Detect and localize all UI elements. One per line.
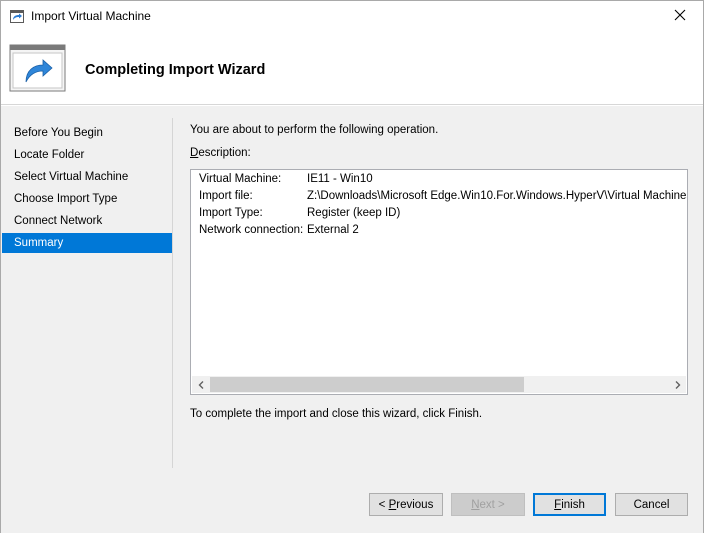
detail-value: Register (keep ID): [307, 207, 401, 219]
next-button-accesskey: N: [471, 498, 480, 511]
detail-key: Import file:: [199, 190, 253, 202]
description-box[interactable]: Virtual Machine: IE11 - Win10 Import fil…: [190, 169, 688, 395]
previous-button-label: revious: [396, 498, 434, 511]
nav-item-connect-network[interactable]: Connect Network: [2, 211, 172, 231]
detail-value: IE11 - Win10: [307, 173, 373, 185]
nav-item-select-virtual-machine[interactable]: Select Virtual Machine: [2, 167, 172, 187]
title-bar[interactable]: Import Virtual Machine: [1, 1, 703, 32]
close-button[interactable]: [657, 1, 703, 32]
wizard-step-nav: Before You Begin Locate Folder Select Vi…: [1, 118, 173, 468]
horizontal-scrollbar[interactable]: [192, 376, 686, 393]
finish-instruction: To complete the import and close this wi…: [190, 408, 483, 420]
import-arrow-icon: [10, 10, 24, 23]
description-label: Description:: [190, 147, 251, 159]
previous-button[interactable]: < Previous: [369, 493, 443, 516]
wizard-header: Completing Import Wizard: [1, 32, 703, 105]
import-wizard-icon: [9, 44, 66, 92]
scrollbar-thumb[interactable]: [210, 377, 524, 392]
next-button-label: ext >: [479, 498, 505, 511]
intro-text: You are about to perform the following o…: [190, 124, 439, 136]
finish-button[interactable]: Finish: [533, 493, 606, 516]
nav-item-locate-folder[interactable]: Locate Folder: [2, 145, 172, 165]
import-vm-window: Import Virtual Machine Completing Import…: [0, 0, 704, 533]
detail-key: Virtual Machine:: [199, 173, 282, 185]
description-label-text: escription:: [198, 147, 251, 159]
finish-button-accesskey: F: [554, 498, 562, 511]
scroll-left-icon[interactable]: [192, 376, 209, 393]
nav-item-summary[interactable]: Summary: [2, 233, 172, 253]
finish-button-label: inish: [561, 498, 585, 511]
nav-item-before-you-begin[interactable]: Before You Begin: [2, 123, 172, 143]
cancel-button[interactable]: Cancel: [615, 493, 688, 516]
scroll-right-icon[interactable]: [669, 376, 686, 393]
close-icon: [674, 9, 686, 24]
nav-item-choose-import-type[interactable]: Choose Import Type: [2, 189, 172, 209]
wizard-body: Before You Begin Locate Folder Select Vi…: [1, 106, 703, 533]
next-button[interactable]: Next >: [451, 493, 525, 516]
detail-key: Import Type:: [199, 207, 263, 219]
previous-button-prefix: <: [378, 498, 389, 511]
detail-key: Network connection:: [199, 224, 304, 236]
wizard-title: Completing Import Wizard: [85, 62, 266, 78]
window-title: Import Virtual Machine: [31, 9, 151, 23]
previous-button-accesskey: P: [388, 498, 397, 511]
detail-value: Z:\Downloads\Microsoft Edge.Win10.For.Wi…: [307, 190, 688, 202]
detail-value: External 2: [307, 224, 359, 236]
